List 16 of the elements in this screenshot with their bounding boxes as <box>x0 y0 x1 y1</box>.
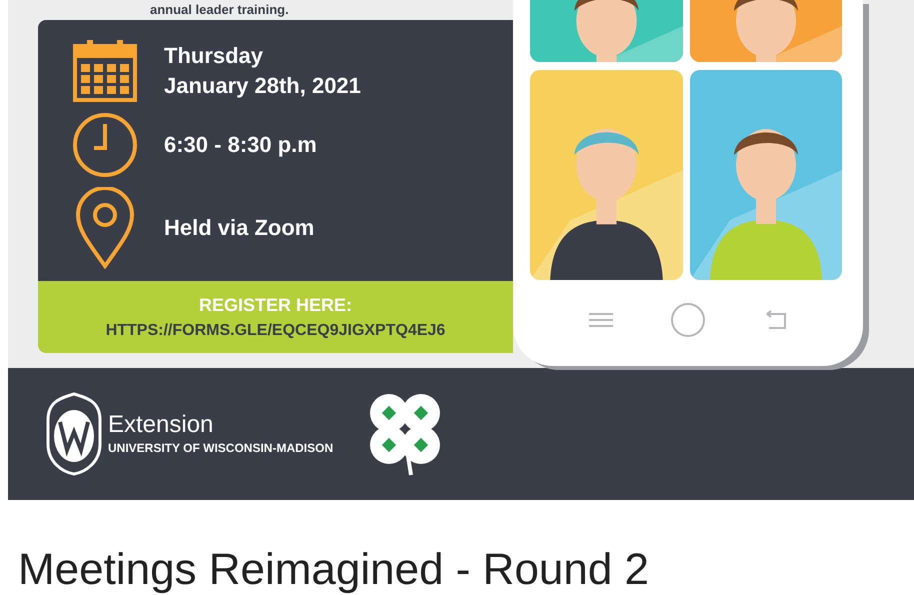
register-link[interactable]: HTTPS://FORMS.GLE/EQCEQ9JIGXPTQ4EJ6 <box>106 318 446 342</box>
location-pin-icon <box>75 187 135 269</box>
detail-text: Thursday <box>164 42 264 70</box>
intro-text: annual leader training. <box>150 1 290 19</box>
brand-name: Extension <box>108 411 214 439</box>
crest-logo-icon <box>46 392 102 476</box>
clock-icon <box>72 112 138 178</box>
page-title: Meetings Reimagined - Round 2 <box>18 546 650 594</box>
calendar-icon <box>73 40 137 102</box>
home-icon[interactable] <box>670 302 706 338</box>
detail-text: Held via Zoom <box>164 214 314 242</box>
register-label: REGISTER HERE: <box>198 294 352 316</box>
detail-text: January 28th, 2021 <box>164 72 361 100</box>
menu-icon[interactable] <box>588 313 613 327</box>
university-name: UNIVERSITY OF WISCONSIN-MADISON <box>108 440 334 457</box>
detail-text: 6:30 - 8:30 p.m <box>164 130 317 159</box>
